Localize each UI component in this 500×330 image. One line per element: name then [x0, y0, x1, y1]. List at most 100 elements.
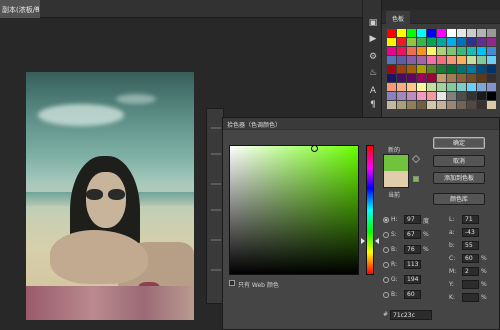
swatch[interactable]	[437, 56, 446, 64]
swatch[interactable]	[477, 47, 486, 55]
swatch[interactable]	[397, 29, 406, 37]
type-icon[interactable]: A	[367, 86, 379, 97]
swatch[interactable]	[447, 47, 456, 55]
settings-icon[interactable]: ⚙	[367, 52, 379, 63]
swatch[interactable]	[417, 83, 426, 91]
channel-radio[interactable]	[383, 292, 389, 298]
brush-icon[interactable]: ♨	[367, 68, 379, 79]
swatch[interactable]	[487, 83, 496, 91]
swatch[interactable]	[457, 56, 466, 64]
swatch[interactable]	[457, 92, 466, 100]
swatch[interactable]	[387, 56, 396, 64]
swatch[interactable]	[417, 56, 426, 64]
swatch[interactable]	[407, 65, 416, 73]
swatch[interactable]	[457, 47, 466, 55]
swatch[interactable]	[467, 47, 476, 55]
swatch[interactable]	[387, 38, 396, 46]
field-input[interactable]: 60	[404, 290, 421, 299]
channel-radio[interactable]	[383, 232, 389, 238]
swatch[interactable]	[427, 56, 436, 64]
swatch[interactable]	[407, 29, 416, 37]
swatch[interactable]	[387, 29, 396, 37]
ok-button[interactable]: 确定	[433, 137, 485, 149]
swatch[interactable]	[457, 74, 466, 82]
swatch[interactable]	[387, 92, 396, 100]
swatch[interactable]	[397, 47, 406, 55]
channel-radio[interactable]	[383, 262, 389, 268]
swatch[interactable]	[467, 101, 476, 109]
swatch[interactable]	[447, 92, 456, 100]
color-libraries-button[interactable]: 颜色库	[433, 193, 485, 205]
swatch[interactable]	[437, 47, 446, 55]
swatch[interactable]	[467, 74, 476, 82]
swatch[interactable]	[477, 74, 486, 82]
field-input[interactable]	[462, 293, 479, 302]
swatch[interactable]	[467, 65, 476, 73]
swatch[interactable]	[437, 92, 446, 100]
swatch[interactable]	[427, 38, 436, 46]
swatch[interactable]	[447, 83, 456, 91]
swatch[interactable]	[447, 65, 456, 73]
swatch[interactable]	[387, 101, 396, 109]
swatch[interactable]	[437, 38, 446, 46]
field-input[interactable]: -43	[462, 228, 479, 237]
field-input[interactable]	[462, 280, 479, 289]
swatch[interactable]	[487, 56, 496, 64]
swatch[interactable]	[477, 92, 486, 100]
swatch[interactable]	[397, 56, 406, 64]
swatch[interactable]	[457, 83, 466, 91]
swatch[interactable]	[477, 38, 486, 46]
swatch[interactable]	[447, 38, 456, 46]
field-input[interactable]: 2	[462, 267, 479, 276]
swatch[interactable]	[407, 83, 416, 91]
swatch[interactable]	[387, 65, 396, 73]
field-input[interactable]: 194	[404, 275, 421, 284]
swatch[interactable]	[487, 101, 496, 109]
hue-slider[interactable]	[366, 145, 374, 275]
swatch[interactable]	[447, 29, 456, 37]
play-icon[interactable]: ▶	[367, 34, 379, 45]
swatch[interactable]	[397, 38, 406, 46]
hex-input[interactable]: 71c23c	[390, 310, 432, 320]
add-to-swatches-button[interactable]: 添加到色板	[433, 172, 485, 184]
hue-slider-handle-left[interactable]	[361, 238, 365, 244]
swatch[interactable]	[387, 74, 396, 82]
swatch[interactable]	[387, 83, 396, 91]
swatch[interactable]	[437, 65, 446, 73]
gamut-warning-icon[interactable]	[411, 154, 421, 164]
field-input[interactable]: 76	[404, 245, 421, 254]
swatch[interactable]	[397, 83, 406, 91]
swatch[interactable]	[457, 101, 466, 109]
swatch[interactable]	[457, 65, 466, 73]
swatch[interactable]	[457, 38, 466, 46]
swatch[interactable]	[427, 74, 436, 82]
field-input[interactable]: 71	[462, 215, 479, 224]
tab-swatches[interactable]: 色板	[386, 11, 411, 24]
swatch[interactable]	[467, 83, 476, 91]
swatch[interactable]	[487, 65, 496, 73]
swatch[interactable]	[477, 65, 486, 73]
field-input[interactable]: 60	[462, 254, 479, 263]
swatch[interactable]	[397, 74, 406, 82]
swatch[interactable]	[447, 56, 456, 64]
swatch[interactable]	[487, 29, 496, 37]
swatch[interactable]	[397, 92, 406, 100]
field-input[interactable]: 55	[462, 241, 479, 250]
swatch[interactable]	[437, 29, 446, 37]
swatch[interactable]	[407, 47, 416, 55]
swatch[interactable]	[417, 38, 426, 46]
swatch[interactable]	[397, 65, 406, 73]
paragraph-icon[interactable]: ¶	[367, 100, 379, 111]
saturation-brightness-field[interactable]	[229, 145, 359, 275]
swatch[interactable]	[477, 29, 486, 37]
hue-slider-handle-right[interactable]	[375, 238, 379, 244]
close-icon[interactable]: ×	[34, 4, 40, 12]
swatch[interactable]	[467, 92, 476, 100]
swatch[interactable]	[427, 65, 436, 73]
swatch[interactable]	[477, 101, 486, 109]
layers-icon[interactable]: ▣	[367, 18, 379, 29]
swatch[interactable]	[477, 83, 486, 91]
swatch[interactable]	[437, 74, 446, 82]
swatch[interactable]	[407, 74, 416, 82]
swatch[interactable]	[417, 74, 426, 82]
